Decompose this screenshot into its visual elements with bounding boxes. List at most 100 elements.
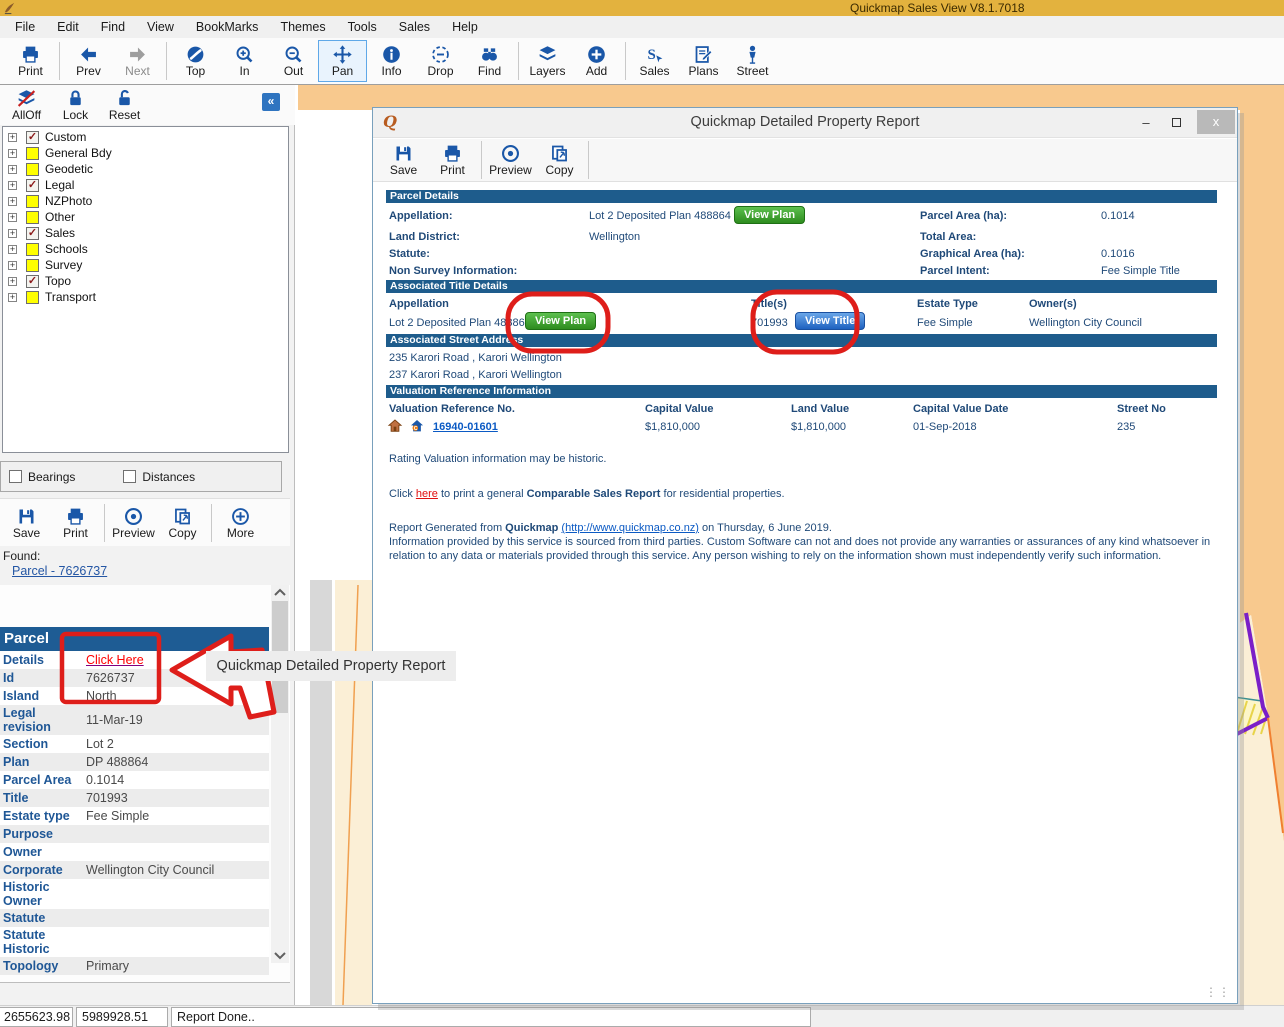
- menu-sales[interactable]: Sales: [388, 18, 441, 36]
- layer-checkbox[interactable]: [26, 291, 39, 304]
- find-button[interactable]: Find: [465, 40, 514, 82]
- print-button[interactable]: Print: [51, 502, 100, 544]
- total-area-label: Total Area:: [920, 231, 976, 243]
- view-plan-button[interactable]: View Plan: [734, 206, 805, 224]
- menu-find[interactable]: Find: [90, 18, 136, 36]
- tree-item-general-bdy[interactable]: +General Bdy: [3, 145, 288, 161]
- toolbar-button-label: Copy: [168, 527, 196, 540]
- expand-icon[interactable]: +: [8, 261, 17, 270]
- info-button[interactable]: Info: [367, 40, 416, 82]
- plans-button[interactable]: Plans: [679, 40, 728, 82]
- expand-icon[interactable]: +: [8, 165, 17, 174]
- menu-file[interactable]: File: [4, 18, 46, 36]
- tree-item-geodetic[interactable]: +Geodetic: [3, 161, 288, 177]
- tree-item-survey[interactable]: +Survey: [3, 257, 288, 273]
- minimize-button[interactable]: –: [1131, 115, 1161, 130]
- tree-item-other[interactable]: +Other: [3, 209, 288, 225]
- layer-checkbox[interactable]: [26, 147, 39, 160]
- tree-item-nzphoto[interactable]: +NZPhoto: [3, 193, 288, 209]
- layer-checkbox[interactable]: [26, 211, 39, 224]
- comparable-sales-bold: Comparable Sales Report: [527, 488, 661, 500]
- toolbar-button-label: Print: [63, 527, 88, 540]
- pan-button[interactable]: Pan: [318, 40, 367, 82]
- scroll-down-icon[interactable]: [271, 947, 289, 963]
- tree-item-custom[interactable]: +✓Custom: [3, 129, 288, 145]
- tree-item-sales[interactable]: +✓Sales: [3, 225, 288, 241]
- details-click-here-link[interactable]: Click Here: [82, 653, 144, 667]
- expand-icon[interactable]: +: [8, 293, 17, 302]
- reset-button[interactable]: Reset: [100, 84, 149, 126]
- house-blue-icon[interactable]: [409, 418, 425, 434]
- copy-button[interactable]: Copy: [535, 139, 584, 181]
- save-button[interactable]: Save: [379, 139, 428, 181]
- add-button[interactable]: Add: [572, 40, 621, 82]
- more-button[interactable]: More: [216, 502, 265, 544]
- tree-item-transport[interactable]: +Transport: [3, 289, 288, 305]
- layer-checkbox[interactable]: [26, 243, 39, 256]
- expand-icon[interactable]: +: [8, 213, 17, 222]
- at-view-plan-button[interactable]: View Plan: [525, 312, 596, 330]
- preview-button[interactable]: Preview: [486, 139, 535, 181]
- layer-checkbox[interactable]: ✓: [26, 131, 39, 144]
- lock-button[interactable]: Lock: [51, 84, 100, 126]
- street-address-2: 237 Karori Road , Karori Wellington: [389, 369, 562, 381]
- menu-help[interactable]: Help: [441, 18, 489, 36]
- row-label: Owner: [0, 844, 82, 860]
- toolbar-button-label: Next: [125, 65, 150, 78]
- street-button[interactable]: Street: [728, 40, 777, 82]
- expand-icon[interactable]: +: [8, 229, 17, 238]
- menu-themes[interactable]: Themes: [269, 18, 336, 36]
- click-pre: Click: [389, 488, 416, 500]
- preview-button[interactable]: Preview: [109, 502, 158, 544]
- in-button[interactable]: In: [220, 40, 269, 82]
- out-button[interactable]: Out: [269, 40, 318, 82]
- found-parcel-link[interactable]: Parcel - 7626737: [12, 564, 107, 578]
- layer-checkbox[interactable]: ✓: [26, 179, 39, 192]
- distances-checkbox[interactable]: [123, 470, 136, 483]
- prev-button[interactable]: Prev: [64, 40, 113, 82]
- house-brown-icon[interactable]: [387, 418, 403, 434]
- expand-icon[interactable]: +: [8, 197, 17, 206]
- alloff-button[interactable]: AllOff: [2, 84, 51, 126]
- menu-bookmarks[interactable]: BookMarks: [185, 18, 270, 36]
- dialog-title-bar[interactable]: Q Quickmap Detailed Property Report – x: [373, 108, 1237, 138]
- parcel-scrollbar[interactable]: [271, 585, 289, 963]
- layer-checkbox[interactable]: [26, 163, 39, 176]
- menu-tools[interactable]: Tools: [337, 18, 388, 36]
- layer-checkbox[interactable]: [26, 259, 39, 272]
- expand-icon[interactable]: +: [8, 245, 17, 254]
- menu-edit[interactable]: Edit: [46, 18, 90, 36]
- maximize-button[interactable]: [1161, 115, 1191, 130]
- next-button[interactable]: Next: [113, 40, 162, 82]
- layer-checkbox[interactable]: ✓: [26, 275, 39, 288]
- tree-item-topo[interactable]: +✓Topo: [3, 273, 288, 289]
- generated-pre: Report Generated from: [389, 522, 505, 534]
- print-button[interactable]: Print: [428, 139, 477, 181]
- close-button[interactable]: x: [1197, 110, 1235, 134]
- bearings-checkbox[interactable]: [9, 470, 22, 483]
- quickmap-url-link[interactable]: (http://www.quickmap.co.nz): [561, 522, 699, 534]
- sales-button[interactable]: Sales: [630, 40, 679, 82]
- layer-checkbox[interactable]: [26, 195, 39, 208]
- copy-button[interactable]: Copy: [158, 502, 207, 544]
- layers-button[interactable]: Layers: [523, 40, 572, 82]
- row-value: Primary: [82, 959, 269, 973]
- print-button[interactable]: Print: [6, 40, 55, 82]
- valuation-reference-link[interactable]: 16940-01601: [433, 421, 498, 433]
- scroll-up-icon[interactable]: [271, 585, 289, 601]
- drop-button[interactable]: Drop: [416, 40, 465, 82]
- tree-item-schools[interactable]: +Schools: [3, 241, 288, 257]
- expand-icon[interactable]: +: [8, 133, 17, 142]
- menu-view[interactable]: View: [136, 18, 185, 36]
- top-button[interactable]: Top: [171, 40, 220, 82]
- comparable-sales-link[interactable]: here: [416, 488, 438, 500]
- expand-icon[interactable]: +: [8, 277, 17, 286]
- expand-icon[interactable]: +: [8, 149, 17, 158]
- collapse-panel-button[interactable]: «: [262, 93, 280, 111]
- resize-grip[interactable]: ⋮⋮: [1205, 985, 1231, 999]
- view-title-button[interactable]: View Title: [795, 312, 865, 330]
- expand-icon[interactable]: +: [8, 181, 17, 190]
- layer-checkbox[interactable]: ✓: [26, 227, 39, 240]
- tree-item-legal[interactable]: +✓Legal: [3, 177, 288, 193]
- save-button[interactable]: Save: [2, 502, 51, 544]
